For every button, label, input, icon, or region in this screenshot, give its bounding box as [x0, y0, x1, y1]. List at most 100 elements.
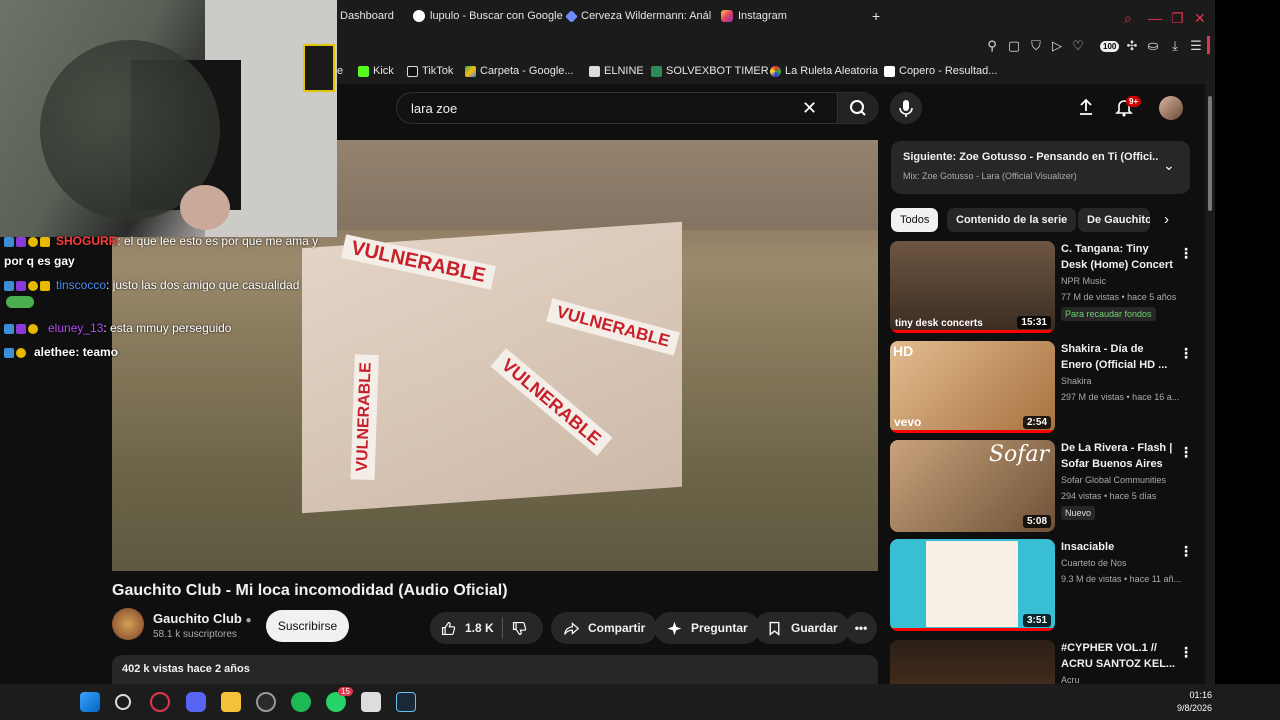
share-button[interactable]: Compartir [551, 612, 658, 644]
instagram-icon [721, 10, 733, 22]
create-upload-icon[interactable] [1076, 97, 1096, 117]
opera-gx-icon[interactable] [150, 692, 170, 712]
more-vert-icon[interactable]: ⋮ [1179, 543, 1193, 560]
heart-icon[interactable]: ♡ [1070, 38, 1086, 54]
bookmark-carpeta[interactable]: Carpeta - Google... [465, 65, 574, 77]
clear-search-icon[interactable]: ✕ [802, 98, 817, 119]
up-next-subtitle: Mix: Zoe Gotusso - Lara (Official Visual… [903, 171, 1077, 181]
more-actions-button[interactable]: ••• [845, 612, 877, 644]
channel-name[interactable]: Gauchito Club ● [153, 611, 252, 626]
chip-series[interactable]: Contenido de la serie [947, 208, 1077, 232]
like-count[interactable]: 1.8 K [465, 621, 494, 635]
voice-search-button[interactable] [890, 92, 922, 124]
chevron-right-icon[interactable]: › [1164, 211, 1169, 228]
duration-badge: 5:08 [1022, 515, 1051, 528]
snapshot-icon[interactable]: ▢ [1006, 38, 1022, 54]
chip-gauchito[interactable]: De Gauchito [1078, 208, 1150, 232]
chevron-down-icon[interactable]: ⌄ [1163, 157, 1175, 174]
description-box[interactable]: 402 k vistas hace 2 años [112, 655, 878, 684]
like-icon[interactable] [440, 620, 457, 637]
wallet-icon[interactable]: ⛀ [1145, 38, 1161, 54]
tab-instagram[interactable]: Instagram [721, 10, 787, 22]
more-vert-icon[interactable]: ⋮ [1179, 644, 1193, 661]
steam-icon[interactable] [396, 692, 416, 712]
discord-icon[interactable] [186, 692, 206, 712]
album-art [926, 541, 1018, 627]
chat-message: alethee: teamo [4, 345, 118, 359]
recommendation-title: #CYPHER VOL.1 // ACRU SANTOZ KEL... [1061, 642, 1176, 670]
mail-icon[interactable] [361, 692, 381, 712]
whatsapp-badge: 15 [338, 687, 353, 696]
download-icon[interactable]: ⤓ [1167, 38, 1183, 54]
search-tabs-icon[interactable]: ⌕ [1124, 10, 1132, 27]
right-dark-margin [1215, 0, 1280, 684]
recommendation-item[interactable]: 3:51 Insaciable Cuarteto de Nos 9.3 M de… [890, 539, 1195, 631]
tab-dashboard[interactable]: Dashboard [340, 10, 394, 22]
clock-date: 9/8/2026 [1176, 703, 1212, 713]
bookmark-icon [769, 621, 780, 636]
bookmark-copero[interactable]: Copero - Resultad... [884, 65, 997, 77]
video-thumbnail[interactable]: HD vevo 2:54 [890, 341, 1055, 433]
pin-icon[interactable]: ⚲ [984, 38, 1000, 54]
scrollbar-thumb[interactable] [1208, 96, 1212, 211]
play-icon[interactable]: ▷ [1049, 38, 1065, 54]
video-thumbnail[interactable]: tiny desk concerts 15:31 [890, 241, 1055, 333]
search-box[interactable]: lara zoe ✕ [396, 92, 879, 124]
thumbnail-label: tiny desk concerts [895, 318, 983, 329]
chip-all[interactable]: Todos [891, 208, 939, 232]
bookmark-solvexbot[interactable]: SOLVEXBOT TIMER [651, 65, 769, 77]
menu-icon[interactable]: ☰ [1188, 38, 1204, 54]
ask-button[interactable]: Preguntar [654, 612, 760, 644]
obs-icon[interactable] [256, 692, 276, 712]
more-vert-icon[interactable]: ⋮ [1179, 245, 1193, 262]
tab-wildermann[interactable]: Cerveza Wildermann: Anál [565, 9, 711, 23]
search-input[interactable]: lara zoe [411, 101, 457, 116]
taskbar-search-icon[interactable] [115, 694, 131, 710]
recommendation-item[interactable]: Sofar 5:08 De La Rivera - Flash | Sofar … [890, 440, 1195, 532]
bookmark-elnine[interactable]: ELNINE [589, 65, 644, 77]
verified-icon: ● [245, 615, 252, 626]
subscribe-button[interactable]: Suscribirse [266, 610, 349, 642]
like-dislike-group: 1.8 K [430, 612, 543, 644]
channel-avatar[interactable] [112, 608, 144, 640]
video-thumbnail[interactable] [890, 640, 1055, 684]
up-next-panel[interactable]: Siguiente: Zoe Gotusso - Pensando en Ti … [891, 141, 1190, 194]
account-avatar[interactable] [1159, 96, 1183, 120]
page-scrollbar[interactable] [1205, 84, 1215, 684]
save-button[interactable]: Guardar [754, 612, 850, 644]
video-thumbnail[interactable]: 3:51 [890, 539, 1055, 631]
google-icon [413, 10, 425, 22]
recommendation-item[interactable]: tiny desk concerts 15:31 C. Tangana: Tin… [890, 241, 1195, 333]
more-vert-icon[interactable]: ⋮ [1179, 444, 1193, 461]
bookmark-kick[interactable]: Kick [358, 65, 394, 77]
hd-badge: HD [893, 343, 914, 359]
shield-icon[interactable]: ⛉ [1028, 38, 1044, 54]
spotify-icon[interactable] [291, 692, 311, 712]
watch-progress-bar [890, 430, 1055, 433]
minimize-icon[interactable]: — [1148, 10, 1162, 26]
bookmark-ruleta[interactable]: La Ruleta Aleatoria [770, 65, 878, 77]
thumbnail-label: Sofar [988, 442, 1049, 467]
dislike-icon[interactable] [511, 620, 528, 637]
video-thumbnail[interactable]: Sofar 5:08 [890, 440, 1055, 532]
tab-google-search[interactable]: lupulo - Buscar con Google [413, 10, 563, 22]
new-tab-button[interactable]: + [872, 8, 880, 24]
maximize-icon[interactable]: ❐ [1171, 10, 1184, 27]
system-clock[interactable]: 01:16 9/8/2026 [1172, 689, 1212, 715]
start-menu-icon[interactable] [80, 692, 100, 712]
bookmark-tiktok[interactable]: TikTok [407, 65, 453, 77]
duration-badge: 15:31 [1017, 316, 1051, 329]
more-vert-icon[interactable]: ⋮ [1179, 345, 1193, 362]
bookmark-partial[interactable]: e [337, 65, 343, 77]
file-explorer-icon[interactable] [221, 692, 241, 712]
elnine-icon [589, 65, 600, 77]
extensions-icon[interactable]: ✣ [1124, 38, 1140, 54]
extension-badge[interactable]: 100 [1100, 41, 1120, 52]
search-button[interactable] [837, 93, 879, 123]
fundraiser-tag: Para recaudar fondos [1061, 307, 1156, 321]
recommendation-item[interactable]: HD vevo 2:54 Shakira - Día de Enero (Off… [890, 341, 1195, 433]
recommendation-item[interactable]: #CYPHER VOL.1 // ACRU SANTOZ KEL... Acru… [890, 640, 1195, 684]
chat-username: SHOGURR [56, 234, 118, 248]
close-window-icon[interactable]: ✕ [1194, 10, 1206, 27]
recommendation-title: Shakira - Día de Enero (Official HD ... [1061, 343, 1168, 371]
